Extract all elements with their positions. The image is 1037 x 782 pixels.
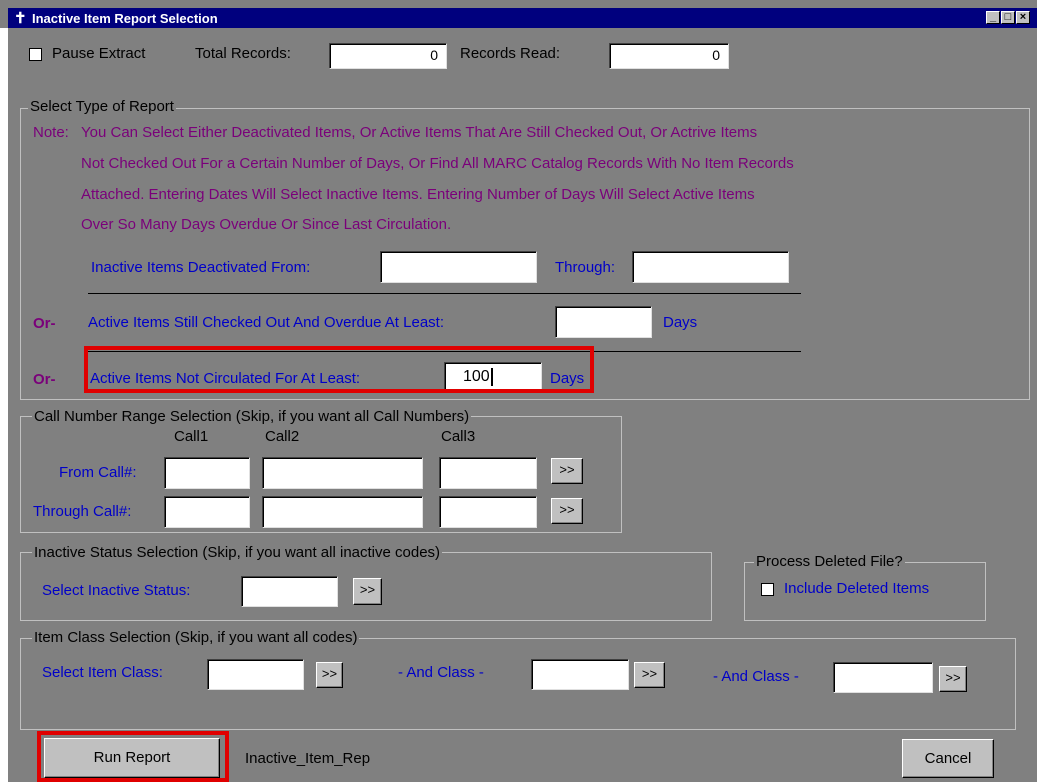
inactive-status-label: Select Inactive Status:	[42, 582, 191, 599]
item-class-lookup-button-2[interactable]: >>	[634, 662, 665, 688]
through-label: Through:	[555, 259, 616, 276]
overdue-days-input[interactable]	[555, 306, 652, 338]
window-title: Inactive Item Report Selection	[32, 11, 218, 26]
total-records-label: Total Records:	[195, 45, 291, 62]
through-call2-input[interactable]	[262, 496, 423, 528]
item-class-group-label: Item Class Selection (Skip, if you want …	[32, 629, 360, 646]
call2-header: Call2	[265, 428, 300, 445]
left-edge	[0, 28, 8, 782]
deactivated-from-label: Inactive Items Deactivated From:	[91, 259, 311, 276]
cancel-button[interactable]: Cancel	[902, 739, 994, 778]
through-date-input[interactable]	[632, 251, 789, 283]
close-button[interactable]: ×	[1016, 11, 1030, 24]
pause-extract-checkbox[interactable]	[29, 48, 42, 61]
deactivated-from-input[interactable]	[380, 251, 537, 283]
minimize-button[interactable]: _	[986, 11, 1000, 24]
call1-header: Call1	[174, 428, 209, 445]
deleted-file-group-label: Process Deleted File?	[754, 553, 905, 570]
maximize-button[interactable]: □	[1001, 11, 1015, 24]
item-class-label: Select Item Class:	[42, 664, 163, 681]
from-call-lookup-button[interactable]: >>	[551, 458, 583, 484]
note-line-4: Over So Many Days Overdue Or Since Last …	[81, 216, 452, 233]
overdue-days-unit: Days	[663, 314, 698, 331]
call3-header: Call3	[441, 428, 476, 445]
and-class-label-2: - And Class -	[713, 668, 799, 685]
from-call-label: From Call#:	[59, 464, 137, 481]
inactive-status-lookup-button[interactable]: >>	[353, 578, 382, 605]
include-deleted-checkbox[interactable]	[761, 583, 774, 596]
item-class-lookup-button-3[interactable]: >>	[939, 666, 967, 692]
report-name-label: Inactive_Item_Rep	[245, 750, 371, 767]
total-records-field: 0	[329, 43, 447, 69]
highlight-run-report	[37, 731, 229, 782]
item-class-lookup-button-1[interactable]: >>	[316, 662, 343, 688]
app-icon: ✝	[14, 10, 27, 27]
note-prefix: Note:	[33, 124, 69, 141]
call-range-group-label: Call Number Range Selection (Skip, if yo…	[32, 408, 472, 425]
records-read-label: Records Read:	[460, 45, 561, 62]
from-call3-input[interactable]	[439, 457, 537, 489]
item-class-input-1[interactable]	[207, 659, 304, 690]
item-class-input-2[interactable]	[531, 659, 629, 690]
divider-1	[88, 293, 801, 294]
through-call3-input[interactable]	[439, 496, 537, 528]
pause-extract-label: Pause Extract	[52, 45, 146, 62]
or-label-1: Or-	[33, 315, 56, 332]
note-line-3: Attached. Entering Dates Will Select Ina…	[81, 186, 755, 203]
overdue-label: Active Items Still Checked Out And Overd…	[88, 314, 445, 331]
records-read-field: 0	[609, 43, 729, 69]
note-line-2: Not Checked Out For a Certain Number of …	[81, 155, 794, 172]
from-call2-input[interactable]	[262, 457, 423, 489]
through-call-lookup-button[interactable]: >>	[551, 498, 583, 524]
item-class-input-3[interactable]	[833, 662, 933, 693]
note-line-1: You Can Select Either Deactivated Items,…	[81, 124, 758, 141]
report-type-group-label: Select Type of Report	[28, 98, 176, 115]
from-call1-input[interactable]	[164, 457, 250, 489]
inactive-status-input[interactable]	[241, 576, 338, 607]
or-label-2: Or-	[33, 371, 56, 388]
and-class-label-1: - And Class -	[398, 664, 484, 681]
inactive-status-group-label: Inactive Status Selection (Skip, if you …	[32, 544, 443, 561]
through-call-label: Through Call#:	[33, 503, 132, 520]
include-deleted-label: Include Deleted Items	[784, 580, 930, 597]
highlight-not-circulated	[84, 346, 594, 393]
through-call1-input[interactable]	[164, 496, 250, 528]
